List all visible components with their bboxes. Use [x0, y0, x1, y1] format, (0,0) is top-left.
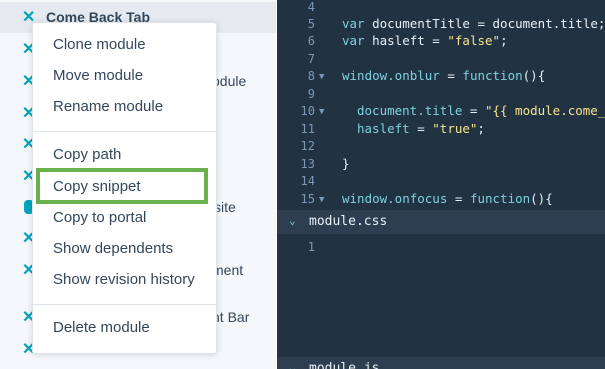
- fold-chevron-icon[interactable]: ▼: [319, 72, 324, 82]
- line-number: 11: [300, 122, 315, 136]
- code-line: var hasleft = "false";: [342, 33, 508, 48]
- code-line: }: [342, 156, 350, 171]
- tree-item-label: odule: [212, 73, 247, 89]
- code-editor[interactable]: 4 5 6 7 8 9 10 11 12 13 14 15 ▼ ▼ ▼ var …: [277, 0, 605, 369]
- line-number: 5: [307, 17, 315, 31]
- menu-item-clone-module[interactable]: Clone module: [33, 31, 216, 59]
- line-number: 6: [307, 34, 315, 48]
- menu-item-delete-module[interactable]: Delete module: [33, 314, 216, 342]
- line-number: 4: [307, 0, 315, 14]
- menu-divider: [33, 304, 216, 305]
- line-number: 13: [300, 157, 315, 171]
- menu-item-show-dependents[interactable]: Show dependents: [33, 235, 216, 263]
- menu-item-copy-to-portal[interactable]: Copy to portal: [33, 204, 216, 232]
- fold-chevron-icon[interactable]: ▼: [319, 195, 324, 205]
- line-number: 15: [300, 192, 315, 206]
- tree-item-label: site: [214, 199, 236, 215]
- menu-item-rename-module[interactable]: Rename module: [33, 93, 216, 121]
- code-line: window.onblur = function(){: [342, 68, 546, 83]
- line-number: 12: [300, 139, 315, 153]
- line-number: 10: [300, 104, 315, 118]
- menu-item-move-module[interactable]: Move module: [33, 62, 216, 90]
- css-panel-header[interactable]: ⌄ module.css: [277, 210, 605, 234]
- menu-item-copy-path[interactable]: Copy path: [33, 141, 216, 169]
- code-line: hasleft = "true";: [357, 121, 485, 136]
- line-number: 8: [307, 69, 315, 83]
- highlight-annotation-box: [36, 168, 208, 204]
- code-line: window.onfocus = function(){: [342, 191, 553, 206]
- code-line: var documentTitle = document.title;: [342, 16, 605, 31]
- tree-item-label: nt Bar: [212, 309, 250, 325]
- line-number: 1: [307, 240, 315, 254]
- menu-divider: [33, 131, 216, 132]
- menu-item-show-revision-history[interactable]: Show revision history: [33, 266, 216, 294]
- line-number: 7: [307, 52, 315, 66]
- js-panel-title: module.js: [309, 361, 380, 369]
- code-line: document.title = "{{ module.come_ba: [357, 103, 605, 118]
- fold-chevron-icon[interactable]: ▼: [319, 107, 324, 117]
- chevron-down-icon: ⌄: [289, 361, 296, 369]
- css-panel-title: module.css: [309, 214, 388, 229]
- chevron-down-icon: ⌄: [289, 214, 296, 227]
- line-number: 14: [300, 174, 315, 188]
- line-number: 9: [307, 87, 315, 101]
- js-panel-header[interactable]: ⌄ module.js: [277, 357, 605, 369]
